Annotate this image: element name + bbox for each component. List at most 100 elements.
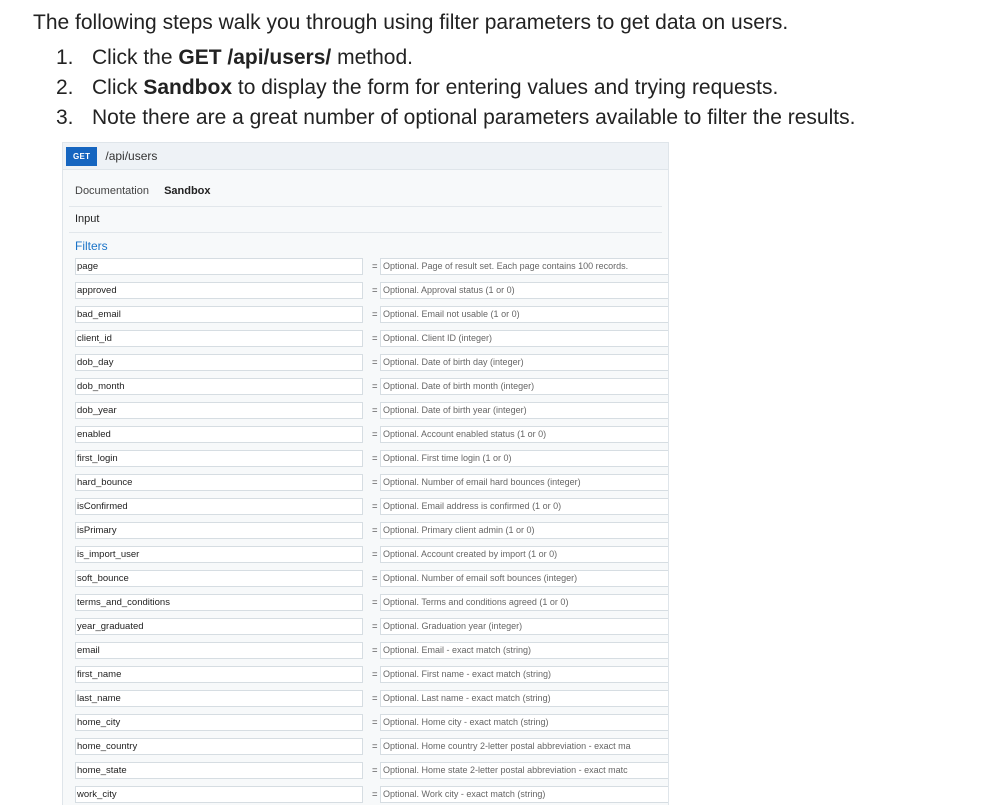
filter-row: terms_and_conditions = Optional. Terms and…	[75, 592, 668, 616]
filter-row: work_city = Optional. Work city - exact ma…	[75, 784, 668, 805]
param-value-input[interactable]: Optional. Client ID (integer)	[380, 330, 668, 347]
equals-sign: =	[372, 693, 378, 704]
step-text: Click Sandbox to display the form for en…	[92, 76, 779, 99]
param-name-field[interactable]: approved	[75, 282, 363, 299]
param-value-input[interactable]: Optional. Email address is confirmed (1 …	[380, 498, 668, 515]
divider	[69, 232, 662, 233]
step-item: 2. Click Sandbox to display the form for…	[56, 73, 855, 103]
param-name-field[interactable]: dob_day	[75, 354, 363, 371]
filter-row: first_login = Optional. First time login (…	[75, 448, 668, 472]
remove-dash: -	[668, 738, 669, 755]
param-name-field[interactable]: last_name	[75, 690, 363, 707]
param-name-field[interactable]: is_import_user	[75, 546, 363, 563]
filter-row: is_import_user = Optional. Account created…	[75, 544, 668, 568]
equals-sign: =	[372, 741, 378, 752]
filter-rows: page = Optional. Page of result set. Each …	[75, 256, 668, 805]
filter-row: client_id =Optional. Client ID (integer)-	[75, 328, 668, 352]
param-name-field[interactable]: isPrimary	[75, 522, 363, 539]
remove-dash: -	[668, 450, 669, 467]
tab-sandbox[interactable]: Sandbox	[164, 185, 210, 197]
param-name-field[interactable]: terms_and_conditions	[75, 594, 363, 611]
remove-dash: -	[668, 666, 669, 683]
filter-row: home_state = Optional. Home state 2-letter…	[75, 760, 668, 784]
param-name-field[interactable]: first_login	[75, 450, 363, 467]
param-value-input[interactable]: Optional. Graduation year (integer)	[380, 618, 668, 635]
equals-sign: =	[372, 717, 378, 728]
equals-sign: =	[372, 525, 378, 536]
param-value-input[interactable]: Optional. Home city - exact match (strin…	[380, 714, 668, 731]
equals-sign: =	[372, 669, 378, 680]
remove-dash: -	[668, 498, 669, 515]
param-name-field[interactable]: page	[75, 258, 363, 275]
filter-row: dob_year = Optional. Date of birth year (i…	[75, 400, 668, 424]
param-name-field[interactable]: enabled	[75, 426, 363, 443]
param-value-input[interactable]: Optional. Primary client admin (1 or 0)	[380, 522, 668, 539]
param-value-input[interactable]: Optional. Email not usable (1 or 0)	[380, 306, 668, 323]
param-value-input[interactable]: Optional. Account created by import (1 o…	[380, 546, 668, 563]
step-text: Note there are a great number of optiona…	[92, 106, 856, 129]
param-value-input[interactable]: Optional. Date of birth day (integer)	[380, 354, 668, 371]
endpoint-header[interactable]: GET /api/users	[63, 143, 668, 170]
remove-dash: -	[668, 618, 669, 635]
param-value-input[interactable]: Optional. Number of email hard bounces (…	[380, 474, 668, 491]
remove-dash: -	[668, 258, 669, 275]
param-value-input[interactable]: Optional. Page of result set. Each page …	[380, 258, 668, 275]
input-section-label: Input	[75, 213, 100, 225]
remove-dash: -	[668, 642, 669, 659]
param-name-field[interactable]: email	[75, 642, 363, 659]
filter-row: page = Optional. Page of result set. Each …	[75, 256, 668, 280]
param-value-input[interactable]: Optional. Home country 2-letter postal a…	[380, 738, 668, 755]
filter-row: hard_bounce = Optional. Number of email ha…	[75, 472, 668, 496]
equals-sign: =	[372, 309, 378, 320]
tab-documentation[interactable]: Documentation	[75, 185, 149, 197]
param-name-field[interactable]: home_country	[75, 738, 363, 755]
param-value-input[interactable]: Optional. Date of birth month (integer)	[380, 378, 668, 395]
param-value-input[interactable]: Optional. First name - exact match (stri…	[380, 666, 668, 683]
api-sandbox-panel: GET /api/users Documentation Sandbox Inp…	[62, 142, 669, 805]
remove-dash: -	[668, 474, 669, 491]
param-name-field[interactable]: dob_month	[75, 378, 363, 395]
param-name-field[interactable]: year_graduated	[75, 618, 363, 635]
param-value-input[interactable]: Optional. Last name - exact match (strin…	[380, 690, 668, 707]
param-name-field[interactable]: client_id	[75, 330, 363, 347]
filter-row: soft_bounce = Optional. Number of email so…	[75, 568, 668, 592]
filter-row: approved = Optional. Approval status (1 or…	[75, 280, 668, 304]
intro-text: The following steps walk you through usi…	[33, 11, 789, 34]
param-name-field[interactable]: home_city	[75, 714, 363, 731]
step-item: 1. Click the GET /api/users/ method.	[56, 43, 855, 73]
divider	[69, 206, 662, 207]
param-name-field[interactable]: isConfirmed	[75, 498, 363, 515]
param-value-input[interactable]: Optional. First time login (1 or 0)	[380, 450, 668, 467]
param-value-input[interactable]: Optional. Home state 2-letter postal abb…	[380, 762, 668, 779]
remove-dash: -	[668, 570, 669, 587]
remove-dash: -	[668, 306, 669, 323]
param-name-field[interactable]: home_state	[75, 762, 363, 779]
equals-sign: =	[372, 429, 378, 440]
param-value-input[interactable]: Optional. Date of birth year (integer)	[380, 402, 668, 419]
param-value-input[interactable]: Optional. Terms and conditions agreed (1…	[380, 594, 668, 611]
equals-sign: =	[372, 621, 378, 632]
equals-sign: =	[372, 405, 378, 416]
equals-sign: =	[372, 765, 378, 776]
param-value-input[interactable]: Optional. Account enabled status (1 or 0…	[380, 426, 668, 443]
equals-sign: =	[372, 549, 378, 560]
equals-sign: =	[372, 453, 378, 464]
equals-sign: =	[372, 789, 378, 800]
remove-dash: -	[668, 282, 669, 299]
param-value-input[interactable]: Optional. Work city - exact match (strin…	[380, 786, 668, 803]
param-value-input[interactable]: Optional. Number of email soft bounces (…	[380, 570, 668, 587]
param-name-field[interactable]: dob_year	[75, 402, 363, 419]
param-name-field[interactable]: bad_email	[75, 306, 363, 323]
filters-section-label: Filters	[75, 239, 108, 253]
remove-dash: -	[668, 378, 669, 395]
filter-row: email = Optional. Email - exact match (str…	[75, 640, 668, 664]
param-name-field[interactable]: hard_bounce	[75, 474, 363, 491]
param-name-field[interactable]: first_name	[75, 666, 363, 683]
param-value-input[interactable]: Optional. Email - exact match (string)	[380, 642, 668, 659]
param-name-field[interactable]: soft_bounce	[75, 570, 363, 587]
equals-sign: =	[372, 285, 378, 296]
step-item: 3. Note there are a great number of opti…	[56, 103, 855, 133]
equals-sign: =	[372, 477, 378, 488]
param-name-field[interactable]: work_city	[75, 786, 363, 803]
param-value-input[interactable]: Optional. Approval status (1 or 0)	[380, 282, 668, 299]
